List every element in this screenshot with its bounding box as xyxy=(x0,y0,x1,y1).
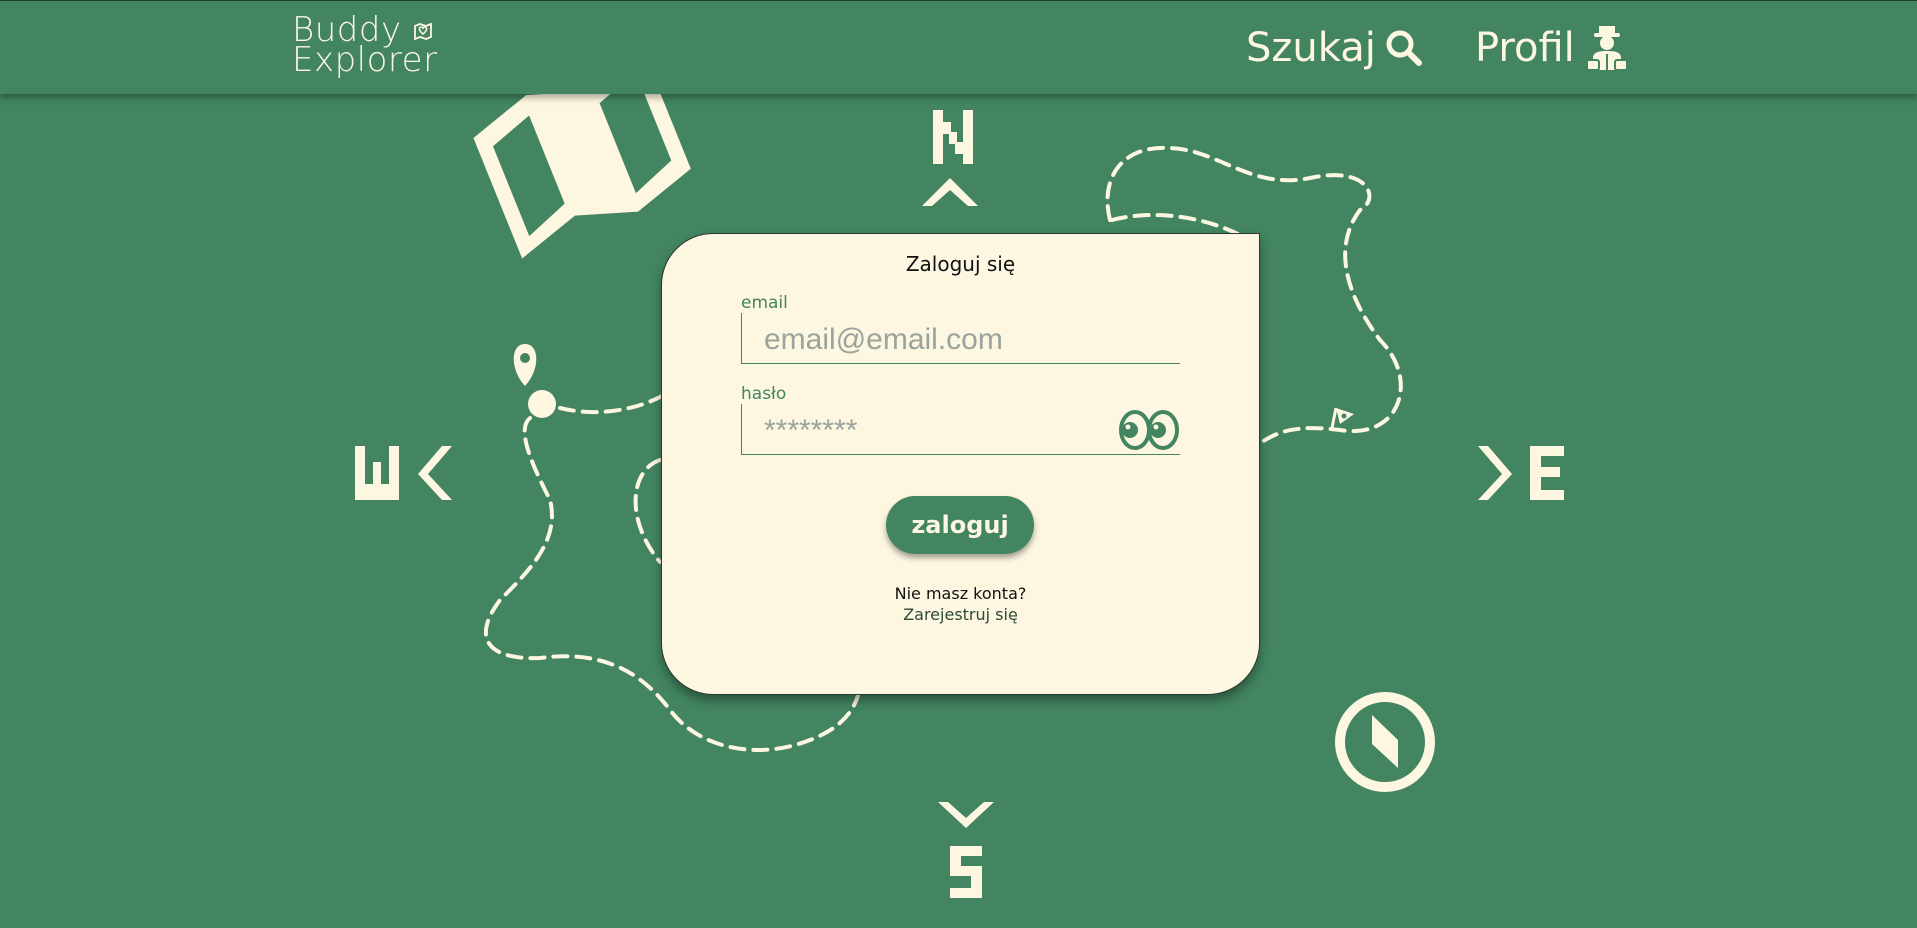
compass-n-letter xyxy=(922,110,978,206)
nav-profile[interactable]: Profil xyxy=(1475,23,1631,73)
flag-icon xyxy=(1330,407,1354,429)
nav-search-label: Szukaj xyxy=(1246,25,1376,71)
nav-search[interactable]: Szukaj xyxy=(1246,23,1424,73)
nav-profile-label: Profil xyxy=(1475,25,1575,71)
explorer-avatar-icon xyxy=(1585,26,1628,71)
password-field-wrapper xyxy=(741,404,1180,455)
register-link[interactable]: Zarejestruj się xyxy=(662,605,1259,624)
email-field[interactable] xyxy=(762,319,1106,361)
compass-icon xyxy=(1335,692,1435,792)
compass-s-letter xyxy=(938,802,994,898)
logo[interactable]: Buddy Explorer xyxy=(292,13,442,79)
eyes-icon[interactable] xyxy=(1118,408,1180,452)
login-card: Zaloguj się email hasło zaloguj Nie masz… xyxy=(661,233,1260,695)
no-account-text: Nie masz konta? xyxy=(894,584,1027,603)
login-title: Zaloguj się xyxy=(905,252,1016,276)
compass-w-letter xyxy=(355,446,452,500)
map-pin-heart-icon xyxy=(414,22,432,41)
compass-e-letter xyxy=(1478,446,1564,500)
password-field[interactable] xyxy=(762,410,1106,452)
password-label: hasło xyxy=(741,384,787,404)
location-pin-icon xyxy=(513,344,556,418)
logo-line-2: Explorer xyxy=(292,40,438,80)
search-icon xyxy=(1386,30,1422,66)
top-navbar: Buddy Explorer Szukaj Profil xyxy=(0,0,1917,94)
email-label: email xyxy=(741,293,788,313)
login-button[interactable]: zaloguj xyxy=(886,496,1034,554)
email-field-wrapper xyxy=(741,313,1180,364)
